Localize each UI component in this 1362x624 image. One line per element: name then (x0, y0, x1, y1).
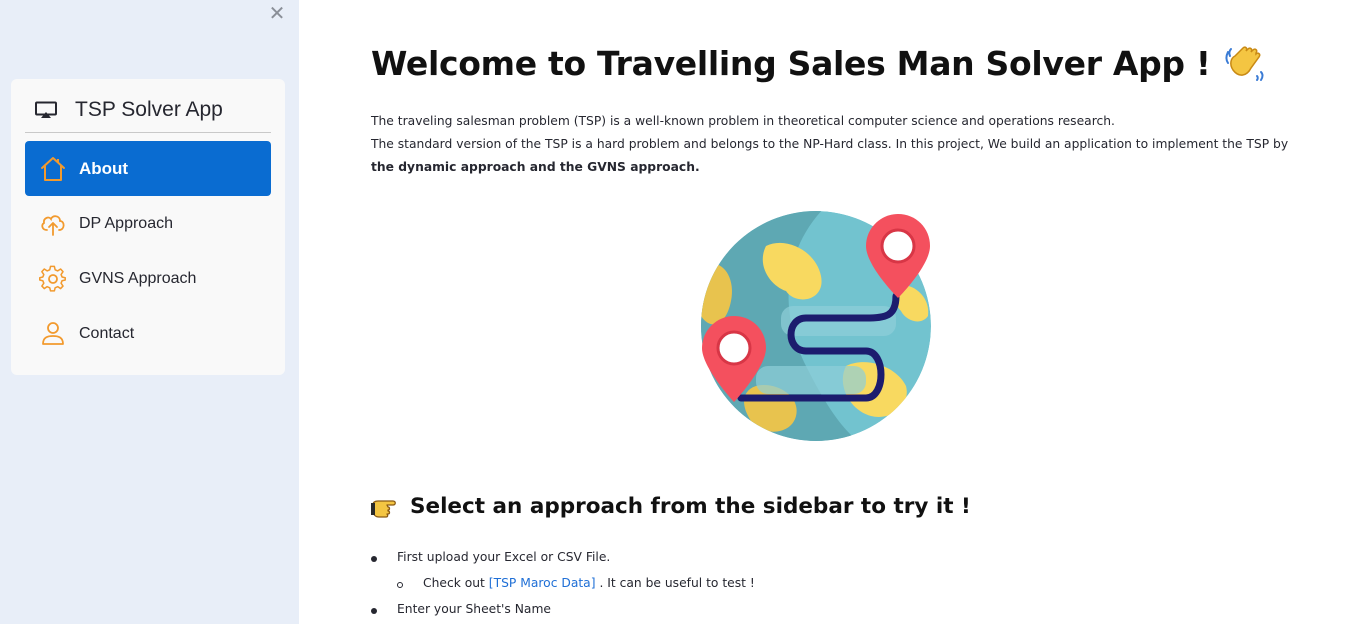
menu-item-label: GVNS Approach (79, 269, 197, 287)
sidebar: ✕ TSP Solver App About DP Approach GVNS … (0, 0, 299, 624)
list-item-text: Check out [TSP Maroc Data] . It can be u… (423, 576, 755, 590)
bullet-circle (397, 582, 403, 588)
close-sidebar-icon[interactable]: ✕ (266, 2, 288, 24)
bullet-dot (371, 608, 377, 614)
menu-item-about[interactable]: About (25, 141, 271, 196)
bullet-dot (371, 556, 377, 562)
main-content: Welcome to Travelling Sales Man Solver A… (299, 0, 1362, 624)
menu-item-label: DP Approach (79, 214, 173, 232)
menu-item-dp-approach[interactable]: DP Approach (25, 196, 271, 251)
person-icon (39, 320, 67, 348)
intro-line-2: The standard version of the TSP is a har… (371, 133, 1301, 179)
waving-hand-icon (1223, 40, 1269, 86)
page-title: Welcome to Travelling Sales Man Solver A… (371, 40, 1269, 86)
intro-paragraph: The traveling salesman problem (TSP) is … (371, 110, 1301, 179)
section-title: Select an approach from the sidebar to t… (371, 494, 971, 519)
checkout-prefix: Check out (423, 576, 489, 590)
pointing-hand-icon (371, 495, 401, 519)
intro-line-2-text: The standard version of the TSP is a har… (371, 137, 1289, 151)
option-menu: TSP Solver App About DP Approach GVNS Ap… (11, 79, 285, 375)
menu-item-contact[interactable]: Contact (25, 306, 271, 361)
menu-item-gvns-approach[interactable]: GVNS Approach (25, 251, 271, 306)
checkout-suffix: . It can be useful to test ! (595, 576, 755, 590)
menu-title: TSP Solver App (75, 97, 223, 121)
cast-icon (35, 101, 57, 119)
list-item-text: First upload your Excel or CSV File. (397, 550, 611, 564)
globe-route-illustration (696, 206, 936, 446)
menu-item-label: About (79, 158, 129, 178)
list-item-text: Enter your Sheet's Name (397, 602, 551, 616)
section-title-text: Select an approach from the sidebar to t… (410, 494, 971, 519)
house-icon (39, 155, 67, 183)
cloud-upload-icon (39, 210, 67, 238)
tsp-maroc-data-link[interactable]: [TSP Maroc Data] (489, 576, 596, 590)
intro-line-1: The traveling salesman problem (TSP) is … (371, 114, 1115, 128)
gear-icon (39, 265, 67, 293)
menu-item-label: Contact (79, 324, 135, 342)
page-title-text: Welcome to Travelling Sales Man Solver A… (371, 43, 1211, 83)
menu-header: TSP Solver App (25, 87, 271, 133)
intro-line-2-bold: the dynamic approach and the GVNS approa… (371, 160, 700, 174)
